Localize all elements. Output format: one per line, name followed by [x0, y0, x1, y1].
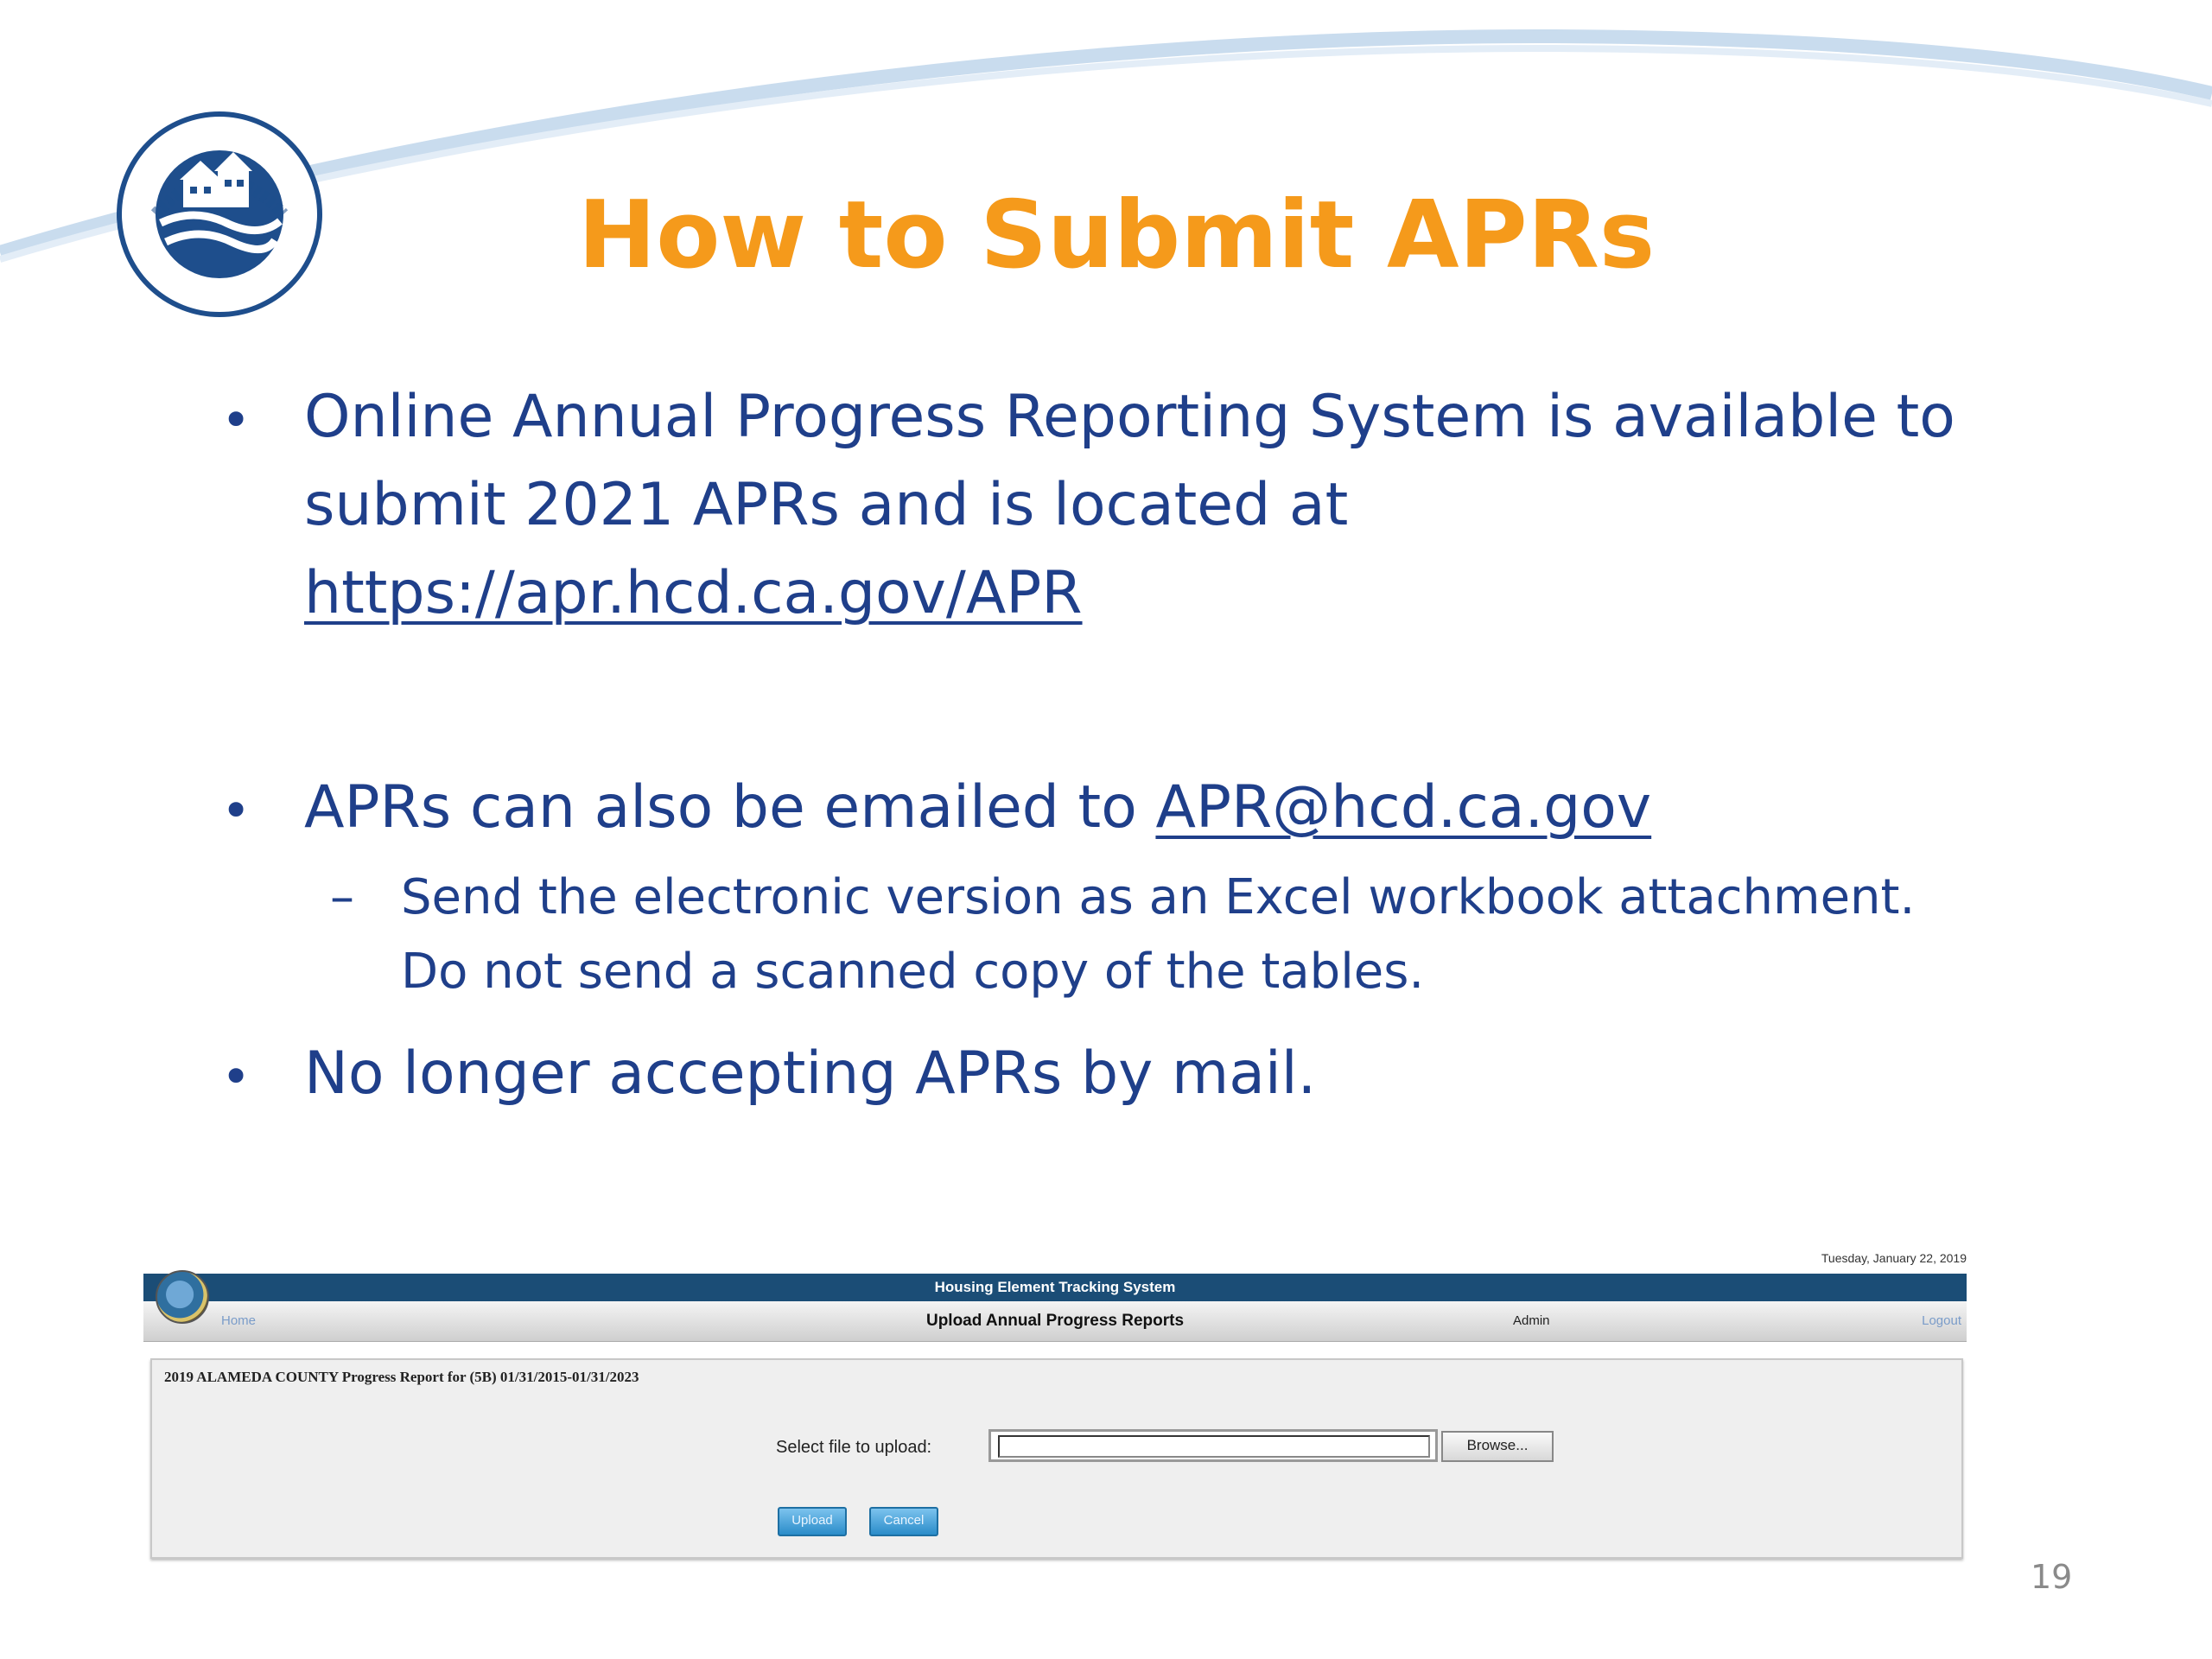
upload-page-screenshot: Tuesday, January 22, 2019 Housing Elemen…	[143, 1249, 1967, 1560]
slide-title: How to Submit APRs	[577, 181, 1656, 289]
apr-email-link[interactable]: APR@hcd.ca.gov	[1155, 773, 1651, 842]
file-path-input[interactable]	[998, 1435, 1430, 1458]
upload-page-title: Upload Annual Progress Reports	[925, 1312, 1185, 1330]
upload-button[interactable]: Upload	[778, 1507, 847, 1536]
bullet-2-prefix: APRs can also be emailed to	[304, 773, 1156, 842]
admin-label: Admin	[1513, 1313, 1550, 1328]
sub-bullet-line-1: Send the electronic version as an Excel …	[401, 869, 1916, 925]
upload-panel: 2019 ALAMEDA COUNTY Progress Report for …	[150, 1358, 1963, 1559]
cancel-button[interactable]: Cancel	[869, 1507, 938, 1536]
bullet-2-text: APRs can also be emailed to APR@hcd.ca.g…	[304, 764, 1651, 852]
bullet-marker: •	[221, 1047, 251, 1106]
page-number: 19	[2031, 1558, 2073, 1596]
sub-bullet-marker: –	[330, 869, 354, 925]
bullet-1-line-2: submit 2021 APRs and is located at	[304, 471, 1349, 539]
file-upload-label: Select file to upload:	[776, 1438, 932, 1457]
sub-bullet-line-2: Do not send a scanned copy of the tables…	[401, 944, 1425, 1000]
system-title-bar: Housing Element Tracking System	[143, 1274, 1967, 1301]
system-date: Tuesday, January 22, 2019	[1821, 1251, 1967, 1265]
bullet-1-line-1: Online Annual Progress Reporting System …	[304, 383, 1955, 451]
apr-system-link[interactable]: https://apr.hcd.ca.gov/APR	[304, 550, 1083, 638]
nav-bar: Home Upload Annual Progress Reports Admi…	[143, 1301, 1967, 1342]
state-seal-icon	[156, 1270, 209, 1324]
file-upload-field[interactable]	[988, 1429, 1438, 1462]
report-title: 2019 ALAMEDA COUNTY Progress Report for …	[164, 1369, 639, 1385]
bullet-3-text: No longer accepting APRs by mail.	[304, 1039, 1317, 1108]
logout-link[interactable]: Logout	[1922, 1313, 1961, 1328]
browse-button[interactable]: Browse...	[1441, 1431, 1554, 1462]
bullet-marker: •	[221, 391, 251, 449]
bullet-marker: •	[221, 781, 251, 840]
